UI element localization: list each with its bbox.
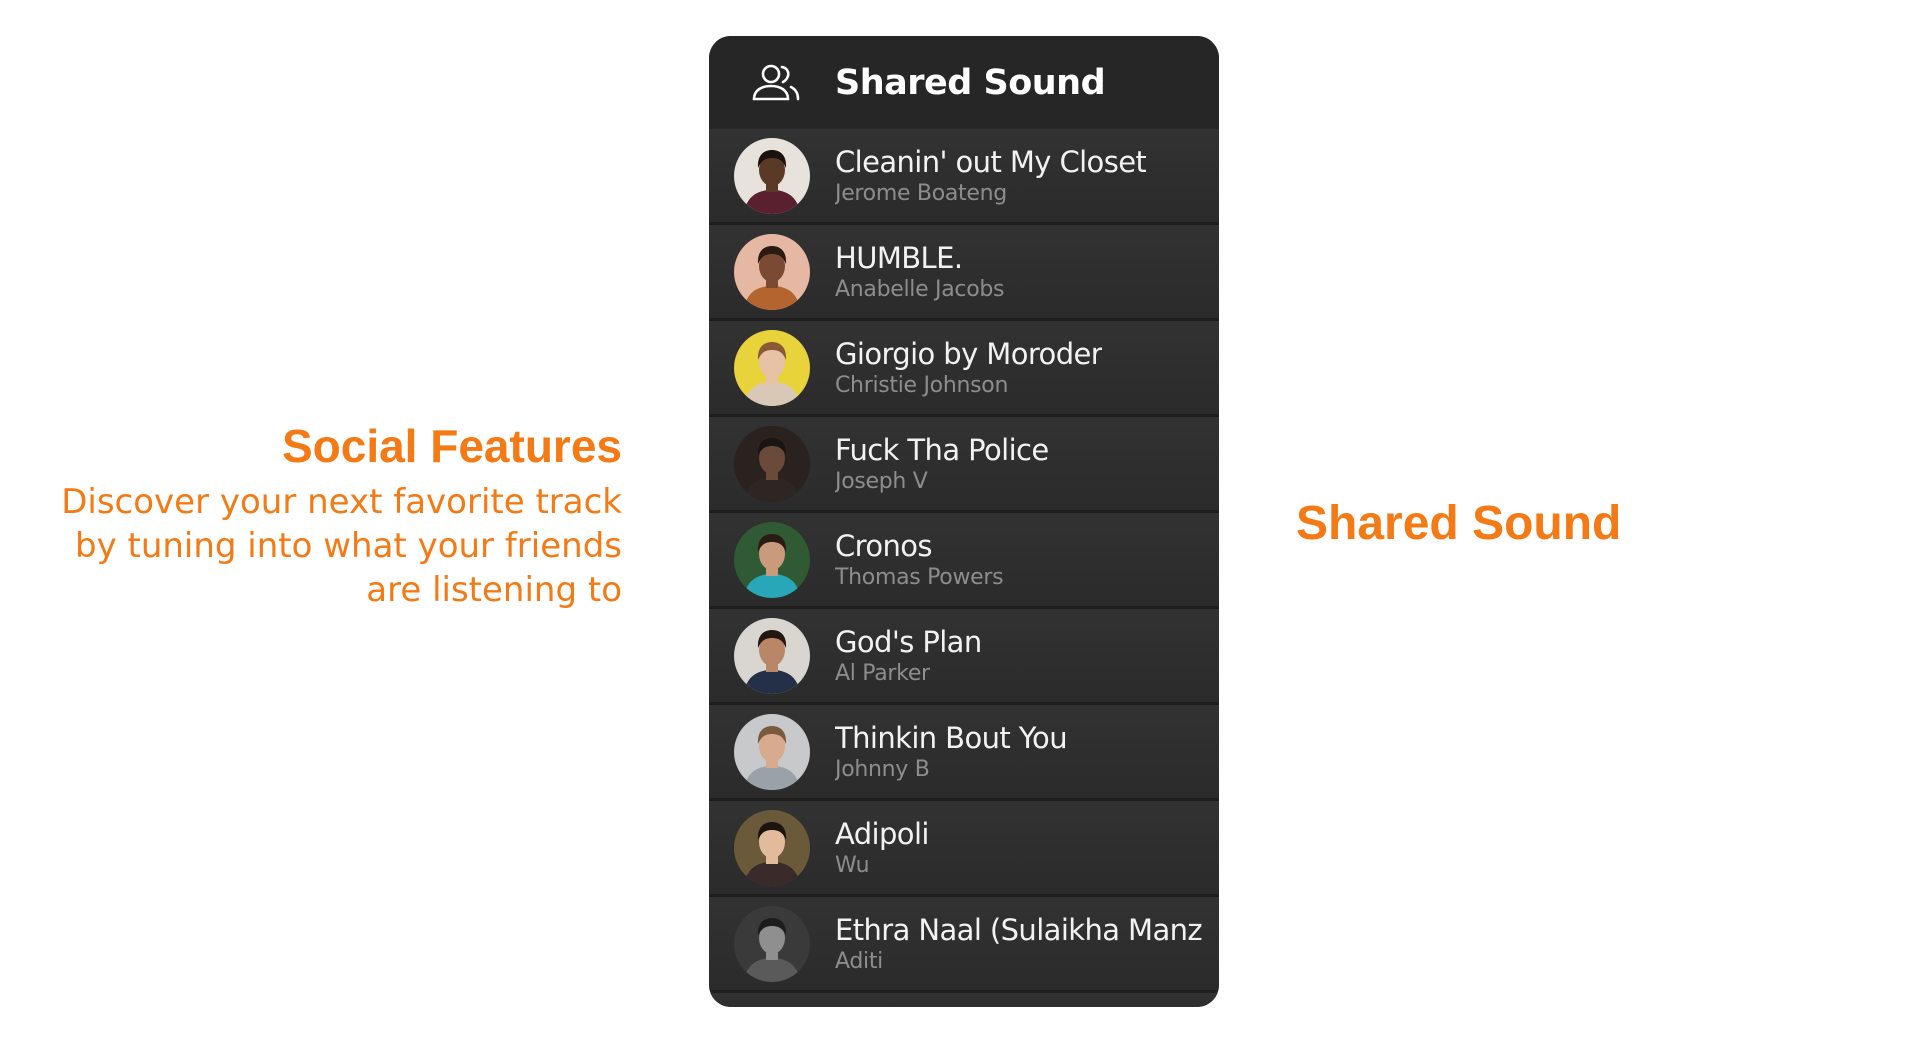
promo-description-line: are listening to bbox=[366, 570, 622, 610]
list-item[interactable]: Thinkin Bout You Johnny B bbox=[709, 705, 1219, 798]
feature-promo: Social Features Discover your next favor… bbox=[22, 418, 622, 612]
friend-name: Anabelle Jacobs bbox=[835, 276, 1005, 302]
avatar bbox=[734, 137, 810, 214]
promo-title: Social Features bbox=[281, 420, 622, 472]
track-title: Giorgio by Moroder bbox=[835, 336, 1103, 371]
track-title: Adipoli bbox=[835, 816, 929, 851]
promo-description: Discover your next favorite track by tun… bbox=[22, 480, 622, 612]
list-item[interactable]: Adipoli Wu bbox=[709, 801, 1219, 894]
list-item-text: Thinkin Bout You Johnny B bbox=[835, 720, 1067, 784]
list-item[interactable]: HUMBLE. Anabelle Jacobs bbox=[709, 225, 1219, 318]
friend-name: Christie Johnson bbox=[835, 372, 1009, 398]
list-item[interactable]: Fuck Tha Police Joseph V bbox=[709, 417, 1219, 510]
avatar bbox=[734, 425, 810, 502]
avatar bbox=[734, 329, 810, 406]
avatar bbox=[734, 809, 810, 886]
panel-header: Shared Sound bbox=[709, 36, 1219, 129]
track-title: Thinkin Bout You bbox=[835, 720, 1067, 755]
promo-description-line: Discover your next favorite track bbox=[61, 482, 622, 522]
friend-name: Johnny B bbox=[835, 756, 930, 782]
friend-name: Joseph V bbox=[835, 468, 928, 494]
list-item-text: Fuck Tha Police Joseph V bbox=[835, 432, 1049, 496]
list-item[interactable]: Giorgio by Moroder Christie Johnson bbox=[709, 321, 1219, 414]
list-item-text: Cronos Thomas Powers bbox=[835, 528, 1003, 592]
friend-name: Jerome Boateng bbox=[835, 180, 1007, 206]
list-item-partial[interactable] bbox=[709, 993, 1219, 1007]
promo-description-line: by tuning into what your friends bbox=[74, 526, 622, 566]
shared-track-list: Cleanin' out My Closet Jerome Boateng HUMB… bbox=[709, 129, 1219, 1007]
friend-name: Al Parker bbox=[835, 660, 930, 686]
panel-title: Shared Sound bbox=[835, 62, 1106, 103]
track-title: Fuck Tha Police bbox=[835, 432, 1049, 467]
page-canvas: Social Features Discover your next favor… bbox=[0, 0, 1920, 1040]
avatar bbox=[734, 233, 810, 310]
list-item-text: Ethra Naal (Sulaikha Manz Aditi bbox=[835, 912, 1202, 976]
people-icon bbox=[745, 59, 805, 107]
friend-name: Aditi bbox=[835, 948, 883, 974]
list-item-text: Adipoli Wu bbox=[835, 816, 929, 880]
avatar bbox=[734, 617, 810, 694]
friend-name: Wu bbox=[835, 852, 870, 878]
list-item-text: Giorgio by Moroder Christie Johnson bbox=[835, 336, 1102, 400]
list-item-text: God's Plan Al Parker bbox=[835, 624, 982, 688]
track-title: God's Plan bbox=[835, 624, 982, 659]
list-item-text: Cleanin' out My Closet Jerome Boateng bbox=[835, 144, 1146, 208]
list-item-text: HUMBLE. Anabelle Jacobs bbox=[835, 240, 1004, 304]
shared-sound-panel: Shared Sound Cleanin' out My Closet Jerom… bbox=[709, 36, 1219, 1007]
friend-name: Thomas Powers bbox=[835, 564, 1004, 590]
track-title: Cronos bbox=[835, 528, 933, 563]
track-title: Cleanin' out My Closet bbox=[835, 144, 1147, 179]
track-title: HUMBLE. bbox=[835, 240, 963, 275]
list-item[interactable]: God's Plan Al Parker bbox=[709, 609, 1219, 702]
list-item[interactable]: Cronos Thomas Powers bbox=[709, 513, 1219, 606]
avatar bbox=[734, 713, 810, 790]
avatar bbox=[734, 521, 810, 598]
list-item[interactable]: Ethra Naal (Sulaikha Manz Aditi bbox=[709, 897, 1219, 990]
screen-caption: Shared Sound bbox=[1296, 497, 1622, 550]
avatar bbox=[734, 905, 810, 982]
list-item[interactable]: Cleanin' out My Closet Jerome Boateng bbox=[709, 129, 1219, 222]
track-title: Ethra Naal (Sulaikha Manz bbox=[835, 912, 1203, 947]
